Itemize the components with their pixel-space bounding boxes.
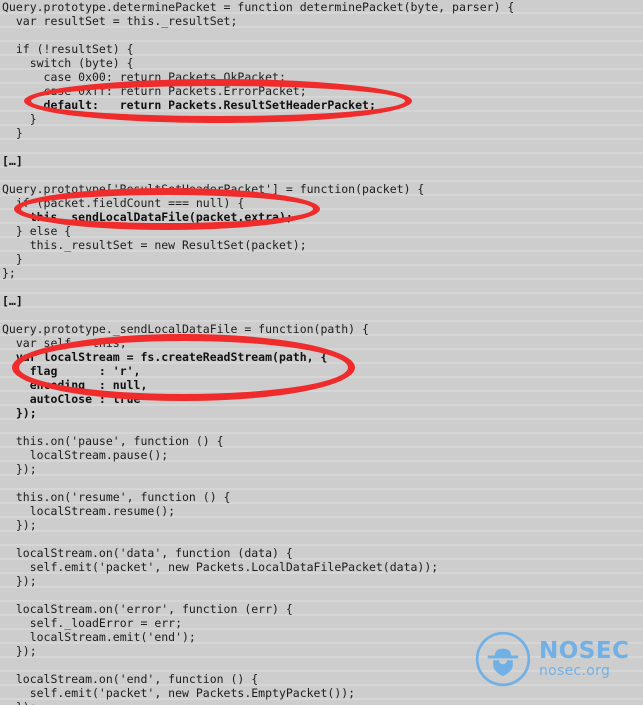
code-line: self.emit('packet', new Packets.LocalDat… <box>2 560 439 574</box>
code-line: localStream.emit('end'); <box>2 630 196 644</box>
code-line: this.on('pause', function () { <box>2 434 224 448</box>
code-line: localStream.pause(); <box>2 448 169 462</box>
code-line: var localStream = fs.createReadStream(pa… <box>2 350 328 364</box>
code-line: if (packet.fieldCount === null) { <box>2 196 245 210</box>
code-line: default: return Packets.ResultSetHeaderP… <box>2 98 376 112</box>
screenshot-canvas: Query.prototype.determinePacket = functi… <box>0 0 643 705</box>
code-line: […] <box>2 154 23 168</box>
code-line: this.on('resume', function () { <box>2 490 231 504</box>
code-line: if (!resultSet) { <box>2 42 134 56</box>
code-line: Query.prototype._sendLocalDataFile = fun… <box>2 322 369 336</box>
code-line: }); <box>2 518 37 532</box>
code-line: autoClose : true <box>2 392 141 406</box>
code-line: self._loadError = err; <box>2 616 183 630</box>
code-line: encoding : null, <box>2 378 148 392</box>
code-line: this._resultSet = new ResultSet(packet); <box>2 238 307 252</box>
code-line: localStream.on('error', function (err) { <box>2 602 293 616</box>
code-line: localStream.on('data', function (data) { <box>2 546 293 560</box>
code-line: Query.prototype.determinePacket = functi… <box>2 0 515 14</box>
code-line: } <box>2 112 37 126</box>
code-line: var resultSet = this._resultSet; <box>2 14 238 28</box>
code-line: }); <box>2 406 37 420</box>
code-line: case 0x00: return Packets.OkPacket; <box>2 70 286 84</box>
code-line: […] <box>2 294 23 308</box>
code-line: }); <box>2 462 37 476</box>
code-line: } else { <box>2 224 72 238</box>
code-line: self.emit('packet', new Packets.EmptyPac… <box>2 686 356 700</box>
code-line: Query.prototype['ResultSetHeaderPacket']… <box>2 182 425 196</box>
code-block: Query.prototype.determinePacket = functi… <box>0 0 643 705</box>
code-line: }); <box>0 700 643 705</box>
code-line: localStream.resume(); <box>2 504 176 518</box>
code-line: flag : 'r', <box>2 364 141 378</box>
code-line: } <box>2 252 23 266</box>
code-line: }); <box>2 574 37 588</box>
code-line: var self = this; <box>2 336 127 350</box>
code-line: switch (byte) { <box>2 56 134 70</box>
code-line: localStream.on('end', function () { <box>2 672 259 686</box>
code-line: }; <box>2 266 16 280</box>
code-line: } <box>2 126 23 140</box>
code-line: }); <box>2 644 37 658</box>
code-line: this._sendLocalDataFile(packet.extra); <box>2 210 293 224</box>
code-line: case 0xff: return Packets.ErrorPacket; <box>2 84 307 98</box>
